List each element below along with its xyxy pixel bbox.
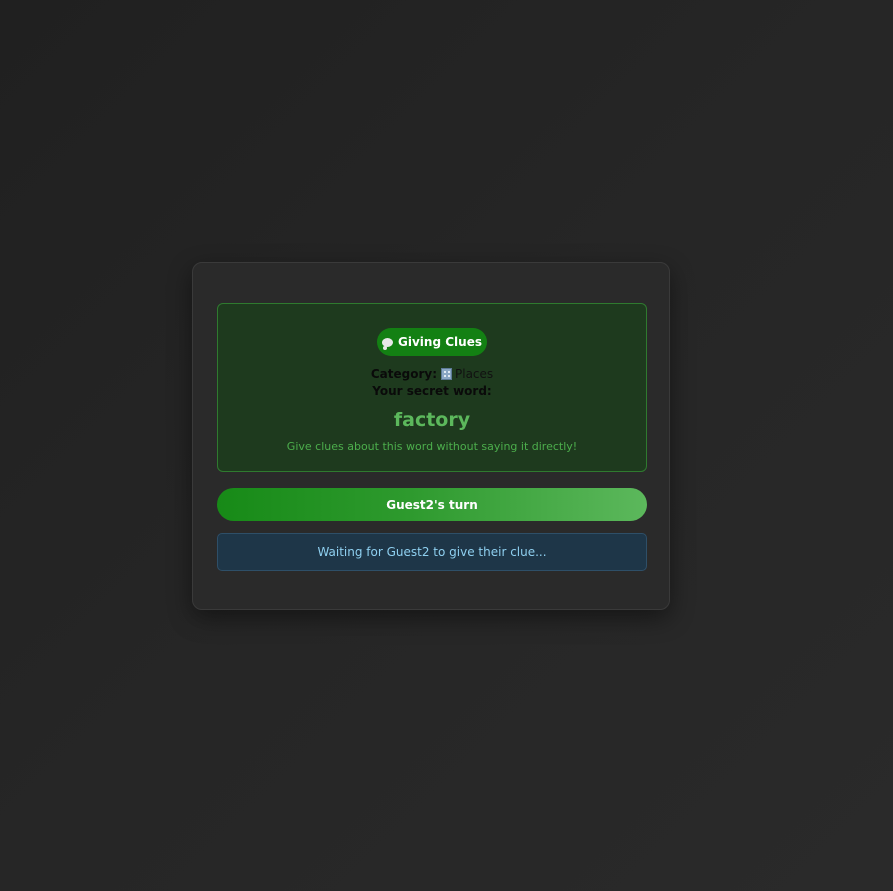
secret-word-label: Your secret word:: [372, 384, 492, 398]
category-label: Category:: [370, 367, 437, 381]
category-value: Places: [455, 367, 494, 381]
turn-indicator: Guest2's turn: [217, 488, 647, 521]
phase-badge: Giving Clues: [377, 328, 487, 356]
category-line: Category: Places: [218, 366, 646, 382]
phase-label: Giving Clues: [398, 335, 482, 349]
secret-word-panel: Giving Clues Category: Places Your secret…: [217, 303, 647, 472]
office-building-icon: [441, 368, 452, 380]
speech-bubble-icon: [382, 337, 394, 350]
game-card: Giving Clues Category: Places Your secret…: [192, 262, 670, 610]
status-message: Waiting for Guest2 to give their clue...: [217, 533, 647, 571]
secret-word: factory: [393, 409, 471, 431]
hint-text: Give clues about this word without sayin…: [286, 440, 578, 453]
